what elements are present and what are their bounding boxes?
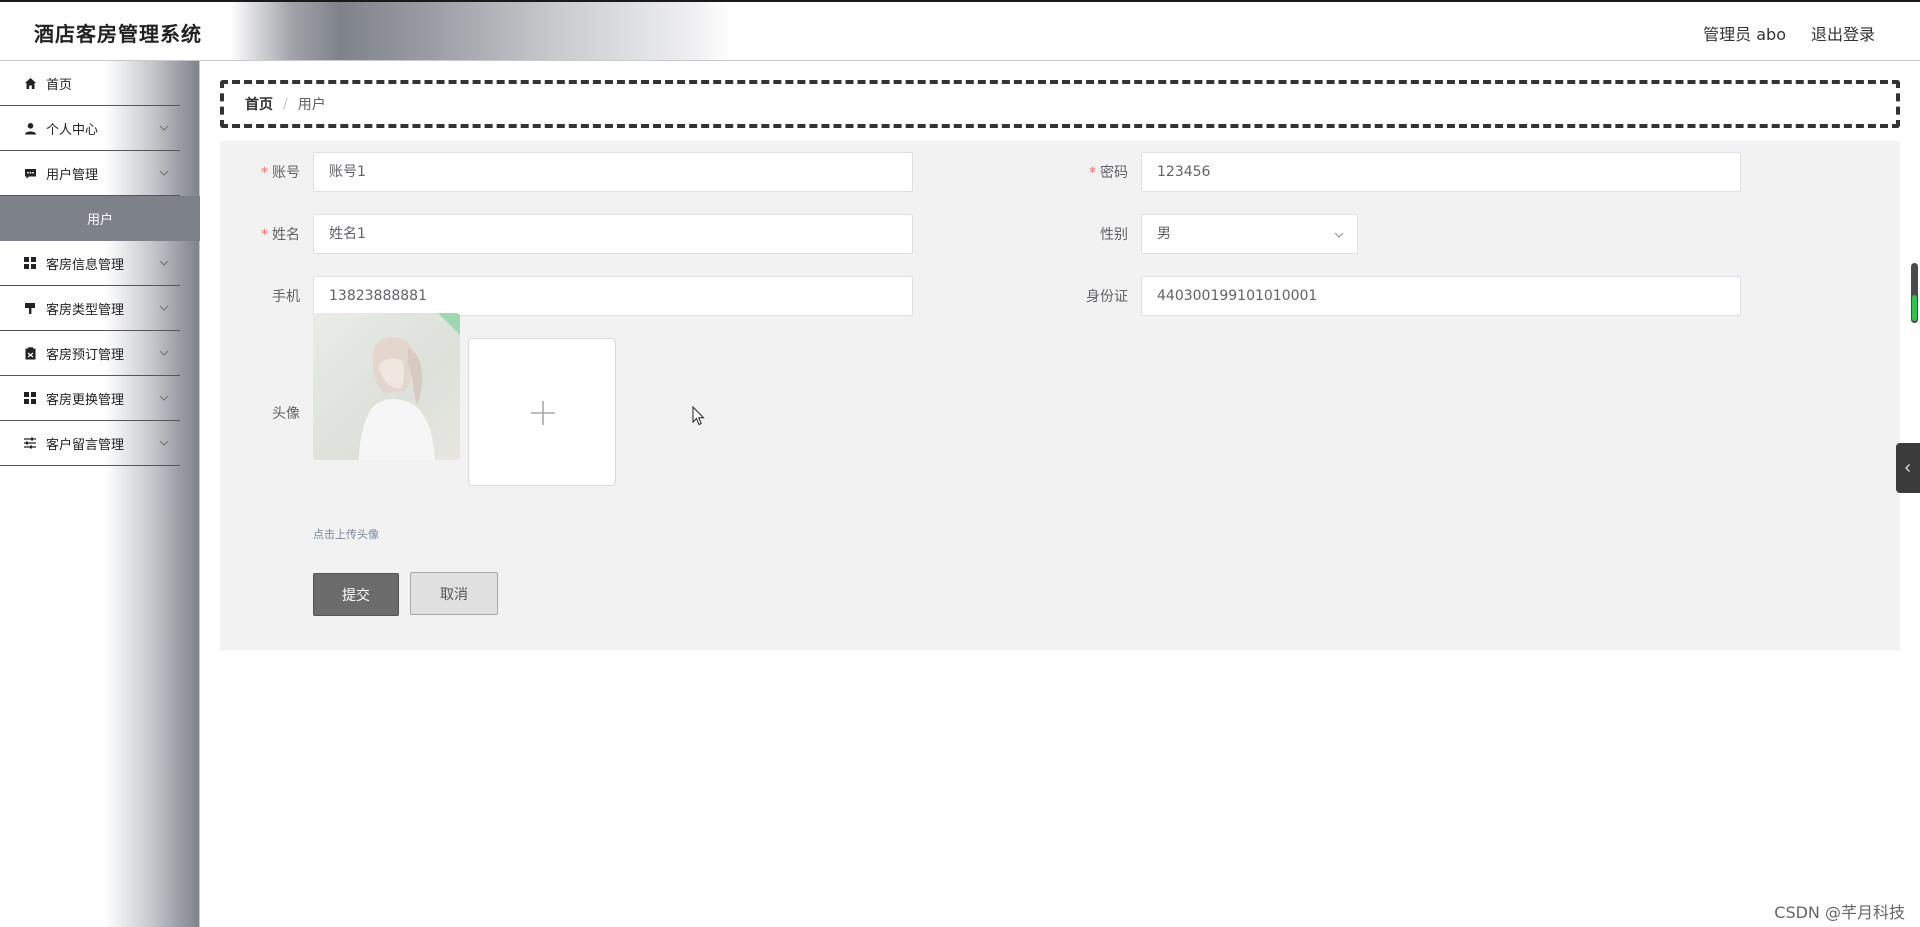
grid-icon bbox=[23, 391, 37, 405]
sidebar-item-label: 客户留言管理 bbox=[46, 437, 125, 453]
grid-icon bbox=[23, 256, 37, 270]
breadcrumb-home-link[interactable]: 首页 bbox=[245, 94, 273, 114]
home-icon bbox=[23, 76, 37, 90]
gender-label: 性别 bbox=[1100, 227, 1128, 243]
password-label: * 密码 bbox=[1089, 165, 1128, 181]
brush-icon bbox=[23, 301, 37, 315]
person-icon bbox=[23, 121, 37, 135]
name-field[interactable]: 姓名1 bbox=[313, 214, 913, 254]
chevron-left-icon bbox=[1905, 464, 1910, 472]
gender-select-value: 男 bbox=[1157, 226, 1171, 242]
sidebar-item-label: 客房类型管理 bbox=[46, 302, 125, 318]
sidebar-item-room-change[interactable]: 客房更换管理 bbox=[0, 376, 180, 421]
sidebar-item-home[interactable]: 首页 bbox=[0, 61, 180, 106]
sidebar: 首页 个人中心 用户管理 用户 客房信息管理 客房类型管理 客房预订管理 客房更… bbox=[0, 61, 200, 927]
watermark: CSDN @芊月科技 bbox=[1774, 903, 1905, 922]
avatar-label: 头像 bbox=[272, 406, 300, 422]
cancel-button[interactable]: 取消 bbox=[410, 572, 498, 615]
sliders-icon bbox=[23, 436, 37, 450]
sidebar-item-label: 客房更换管理 bbox=[46, 392, 125, 408]
app-title: 酒店客房管理系统 bbox=[34, 22, 202, 46]
name-label: * 姓名 bbox=[261, 227, 300, 243]
sidebar-item-label: 客房预订管理 bbox=[46, 347, 125, 363]
account-label: * 账号 bbox=[261, 165, 300, 181]
breadcrumb-separator: / bbox=[283, 96, 288, 112]
idcard-label: 身份证 bbox=[1086, 289, 1128, 305]
chevron-down-icon bbox=[159, 440, 169, 446]
avatar-image[interactable] bbox=[313, 313, 460, 460]
current-user: 管理员 abo bbox=[1703, 25, 1786, 44]
chat-icon bbox=[23, 166, 37, 180]
mouse-cursor-icon bbox=[692, 406, 705, 426]
top-header: 酒店客房管理系统 管理员 abo 退出登录 bbox=[0, 0, 1920, 61]
sidebar-subitem-user[interactable]: 用户 bbox=[0, 196, 200, 241]
password-field[interactable]: 123456 bbox=[1141, 152, 1741, 192]
chevron-down-icon bbox=[159, 125, 169, 131]
avatar-upload-button[interactable] bbox=[468, 338, 616, 486]
breadcrumb-current: 用户 bbox=[297, 97, 326, 113]
sidebar-item-label: 首页 bbox=[46, 77, 73, 93]
sidebar-item-room-type[interactable]: 客房类型管理 bbox=[0, 286, 180, 331]
idcard-field[interactable]: 440300199101010001 bbox=[1141, 276, 1741, 316]
gender-select[interactable]: 男 bbox=[1141, 214, 1358, 254]
submit-button[interactable]: 提交 bbox=[313, 573, 399, 616]
chevron-down-icon bbox=[159, 395, 169, 401]
sidebar-subitem-label: 用户 bbox=[86, 213, 113, 228]
scrollbar-thumb[interactable] bbox=[1911, 263, 1918, 323]
sidebar-item-label: 客房信息管理 bbox=[46, 257, 125, 273]
phone-field[interactable]: 13823888881 bbox=[313, 276, 913, 316]
chevron-down-icon bbox=[159, 260, 169, 266]
phone-label: 手机 bbox=[272, 289, 300, 305]
sidebar-item-personal-center[interactable]: 个人中心 bbox=[0, 106, 180, 151]
side-panel-toggle[interactable] bbox=[1896, 443, 1920, 493]
logout-link[interactable]: 退出登录 bbox=[1811, 21, 1875, 45]
plus-icon bbox=[531, 401, 555, 425]
upload-hint: 点击上传头像 bbox=[313, 528, 379, 541]
sidebar-item-label: 个人中心 bbox=[46, 122, 99, 138]
breadcrumb: 首页 / 用户 bbox=[220, 80, 1900, 128]
account-field[interactable]: 账号1 bbox=[313, 152, 913, 192]
sidebar-item-user-management[interactable]: 用户管理 bbox=[0, 151, 180, 196]
chevron-down-icon bbox=[1334, 232, 1344, 238]
chevron-up-icon bbox=[159, 170, 169, 176]
sidebar-item-customer-messages[interactable]: 客户留言管理 bbox=[0, 421, 180, 466]
chevron-down-icon bbox=[159, 350, 169, 356]
sidebar-item-room-booking[interactable]: 客房预订管理 bbox=[0, 331, 180, 376]
chevron-down-icon bbox=[159, 305, 169, 311]
sidebar-item-label: 用户管理 bbox=[46, 167, 99, 183]
clipboard-icon bbox=[23, 346, 37, 360]
sidebar-item-room-info[interactable]: 客房信息管理 bbox=[0, 241, 180, 286]
